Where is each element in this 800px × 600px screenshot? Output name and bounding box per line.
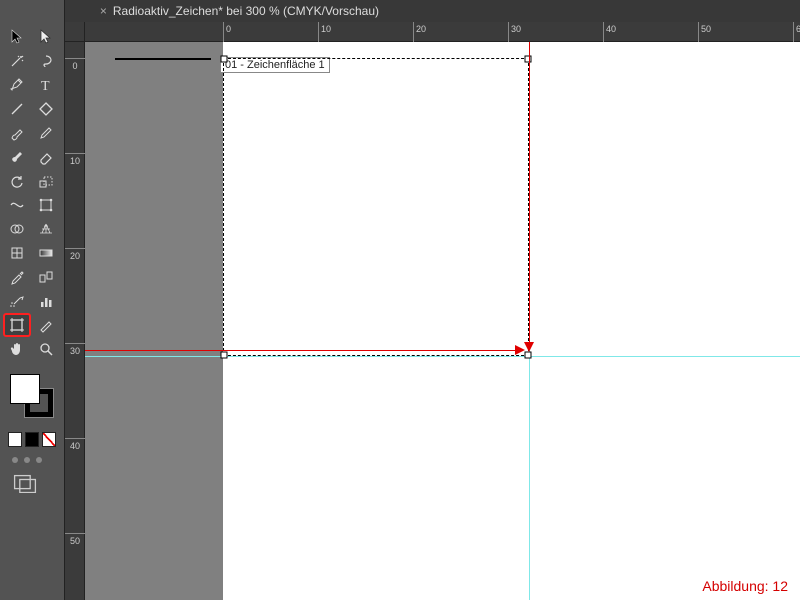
free-transform-tool[interactable] <box>33 194 59 216</box>
ruler-tick: 0 <box>65 58 85 71</box>
svg-text:T: T <box>41 79 50 93</box>
handle-se[interactable] <box>525 352 532 359</box>
ruler-tick: 30 <box>65 343 85 356</box>
ruler-tick: 20 <box>65 248 85 261</box>
tools-panel: T <box>0 0 65 600</box>
blob-brush-tool[interactable] <box>4 146 30 168</box>
annotation-arrow-vertical <box>529 42 530 342</box>
type-tool[interactable]: T <box>33 74 59 96</box>
guide-horizontal[interactable] <box>85 356 800 357</box>
ruler-tick: 0 <box>223 22 231 42</box>
screen-mode-dots[interactable] <box>0 447 64 469</box>
symbol-sprayer-tool[interactable] <box>4 290 30 312</box>
handle-nw[interactable] <box>221 56 228 63</box>
column-graph-tool[interactable] <box>33 290 59 312</box>
document-title: Radioaktiv_Zeichen* bei 300 % (CMYK/Vors… <box>113 4 379 18</box>
magic-wand-tool[interactable] <box>4 50 30 72</box>
line-segment-tool[interactable] <box>4 98 30 120</box>
ruler-tick: 10 <box>65 153 85 166</box>
figure-caption: Abbildung: 12 <box>702 578 788 594</box>
blend-tool[interactable] <box>33 266 59 288</box>
pen-tool[interactable] <box>4 74 30 96</box>
ruler-tick: 60 <box>793 22 800 42</box>
pencil-tool[interactable] <box>33 122 59 144</box>
draw-mode-icon[interactable] <box>12 473 38 493</box>
gradient-mode-icon[interactable] <box>25 432 39 447</box>
fill-stroke-swatches[interactable] <box>0 364 64 428</box>
rectangle-tool[interactable] <box>33 98 59 120</box>
ruler-tick: 40 <box>603 22 616 42</box>
annotation-arrow-horizontal <box>85 350 515 351</box>
arrowhead-down-icon <box>524 342 534 352</box>
fill-swatch[interactable] <box>10 374 40 404</box>
eyedropper-tool[interactable] <box>4 266 30 288</box>
rotate-tool[interactable] <box>4 170 30 192</box>
gradient-tool[interactable] <box>33 242 59 264</box>
selection-tool[interactable] <box>4 26 30 48</box>
ruler-tick: 50 <box>65 533 85 546</box>
perspective-grid-tool[interactable] <box>33 218 59 240</box>
ruler-tick: 20 <box>413 22 426 42</box>
artboard-tool[interactable] <box>4 314 30 336</box>
artboard-selection[interactable] <box>223 58 529 356</box>
horizontal-ruler[interactable]: 0 10 20 30 40 50 60 <box>85 22 800 42</box>
handle-sw[interactable] <box>221 352 228 359</box>
zoom-tool[interactable] <box>33 338 59 360</box>
decorative-stroke <box>115 58 211 60</box>
handle-ne[interactable] <box>525 56 532 63</box>
slice-tool[interactable] <box>33 314 59 336</box>
color-mode-icon[interactable] <box>8 432 22 447</box>
ruler-tick: 30 <box>508 22 521 42</box>
ruler-tick: 50 <box>698 22 711 42</box>
eraser-tool[interactable] <box>33 146 59 168</box>
vertical-ruler[interactable]: 0 10 20 30 40 50 <box>65 42 85 600</box>
lasso-tool[interactable] <box>33 50 59 72</box>
hand-tool[interactable] <box>4 338 30 360</box>
scale-tool[interactable] <box>33 170 59 192</box>
document-tab-bar: ◄◄ × Radioaktiv_Zeichen* bei 300 % (CMYK… <box>0 0 800 22</box>
canvas[interactable]: 01 - Zeichenfläche 1 <box>85 42 800 600</box>
ruler-tick: 10 <box>318 22 331 42</box>
direct-selection-tool[interactable] <box>33 26 59 48</box>
ruler-origin[interactable] <box>65 22 85 42</box>
none-mode-icon[interactable] <box>42 432 56 447</box>
shape-builder-tool[interactable] <box>4 218 30 240</box>
close-tab-button[interactable]: × <box>100 4 107 18</box>
width-tool[interactable] <box>4 194 30 216</box>
mesh-tool[interactable] <box>4 242 30 264</box>
ruler-tick: 40 <box>65 438 85 451</box>
paintbrush-tool[interactable] <box>4 122 30 144</box>
